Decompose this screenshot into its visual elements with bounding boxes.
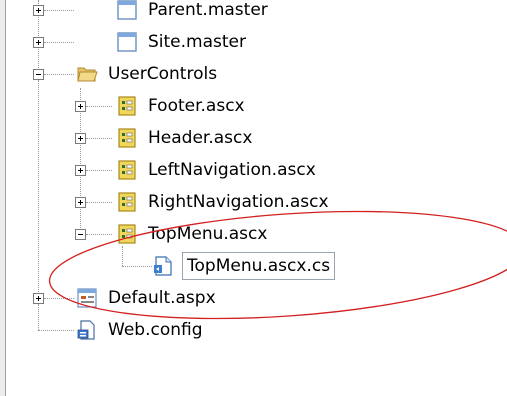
tree-line [38, 80, 39, 298]
tree-item-rightnavigation-ascx[interactable]: RightNavigation.ascx [116, 189, 331, 215]
expand-toggle-footer[interactable] [75, 101, 86, 112]
tree-item-label: Parent.master [148, 0, 268, 20]
user-control-icon [118, 192, 136, 212]
tree-item-topmenu-ascx[interactable]: TopMenu.ascx [116, 221, 269, 247]
csharp-file-icon [154, 256, 172, 276]
tree-item-label: UserControls [108, 64, 218, 84]
tree-item-label: Header.ascx [148, 128, 253, 148]
tree-item-label: Default.aspx [108, 288, 216, 308]
expand-toggle-rightnavigation[interactable] [75, 197, 86, 208]
user-control-icon [118, 128, 136, 148]
tree-line [38, 330, 74, 331]
expand-toggle-header[interactable] [75, 133, 86, 144]
master-page-icon [117, 0, 137, 20]
tree-line [86, 202, 112, 203]
tree-line [122, 266, 152, 267]
tree-item-label: TopMenu.ascx [148, 224, 268, 244]
expand-toggle-default-aspx[interactable] [33, 293, 44, 304]
tree-item-label: TopMenu.ascx.cs [182, 252, 336, 280]
tree-line [122, 246, 123, 266]
tree-item-site-master[interactable]: Site.master [116, 29, 248, 55]
tree-item-label: LeftNavigation.ascx [148, 160, 316, 180]
tree-line [44, 10, 74, 11]
tree-line [86, 170, 112, 171]
folder-open-icon [77, 67, 98, 82]
tree-item-topmenu-ascx-cs[interactable]: TopMenu.ascx.cs [152, 252, 336, 280]
tree-line [38, 304, 39, 330]
expand-toggle-site-master[interactable] [33, 37, 44, 48]
web-form-icon [77, 288, 97, 308]
expand-toggle-leftnavigation[interactable] [75, 165, 86, 176]
collapse-toggle-topmenu[interactable] [75, 229, 86, 240]
collapse-toggle-usercontrols[interactable] [33, 69, 44, 80]
tree-item-label: Site.master [148, 32, 246, 52]
master-page-icon [117, 32, 137, 52]
tree-line [44, 42, 74, 43]
tree-item-label: RightNavigation.ascx [148, 192, 329, 212]
tree-item-leftnavigation-ascx[interactable]: LeftNavigation.ascx [116, 157, 318, 183]
user-control-icon [118, 96, 136, 116]
config-file-icon [77, 320, 95, 340]
user-control-icon [118, 160, 136, 180]
expand-toggle-parent-master[interactable] [33, 5, 44, 16]
tree-item-label: Footer.ascx [148, 96, 245, 116]
solution-explorer-tree: Parent.master Site.master UserControls F… [0, 0, 507, 396]
tree-item-footer-ascx[interactable]: Footer.ascx [116, 93, 247, 119]
tree-item-usercontrols-folder[interactable]: UserControls [76, 61, 219, 87]
tree-item-default-aspx[interactable]: Default.aspx [76, 285, 218, 311]
tree-item-label: Web.config [108, 320, 203, 340]
tree-item-header-ascx[interactable]: Header.ascx [116, 125, 254, 151]
tree-line [44, 298, 74, 299]
user-control-icon [118, 224, 136, 244]
tree-line [86, 234, 112, 235]
tree-item-parent-master[interactable]: Parent.master [116, 0, 270, 23]
tree-line [86, 138, 112, 139]
tree-item-web-config[interactable]: Web.config [76, 317, 205, 343]
tree-line [44, 74, 74, 75]
tree-line [86, 106, 112, 107]
